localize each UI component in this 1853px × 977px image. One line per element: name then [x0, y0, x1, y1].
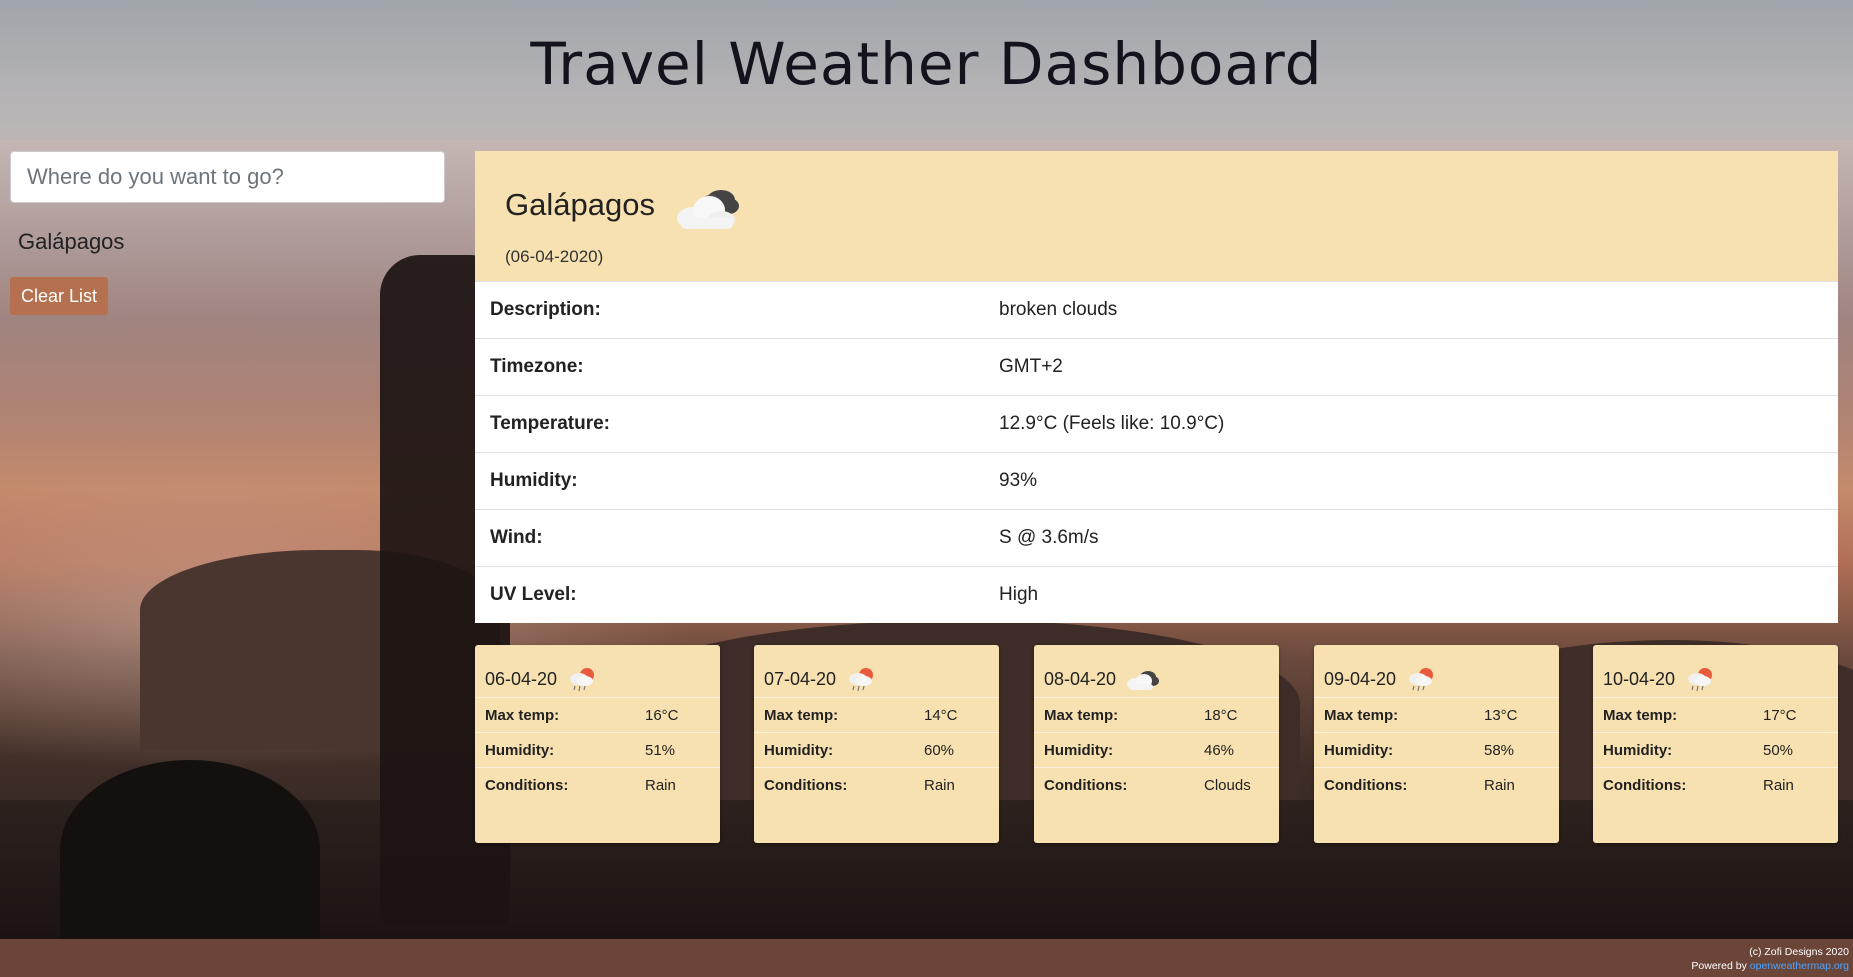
current-date: (06-04-2020) [505, 247, 604, 266]
detail-value: broken clouds [999, 299, 1118, 320]
current-weather-header: Galápagos (06-04-2020) [475, 151, 1838, 281]
rain-icon [849, 668, 874, 692]
detail-value: High [999, 584, 1039, 605]
conditions-label: Conditions: [485, 776, 569, 794]
openweathermap-link[interactable]: openweathermap.org [1750, 960, 1849, 972]
broken-clouds-icon [676, 190, 739, 229]
detail-value: 12.9°C (Feels like: 10.9°C) [999, 413, 1225, 434]
search-input[interactable] [10, 151, 445, 203]
max-temp-value: 14°C [924, 706, 958, 724]
powered-by-label: Powered by [1691, 960, 1747, 972]
max-temp-value: 13°C [1484, 706, 1518, 724]
forecast-date: 08-04-20 [1044, 668, 1117, 689]
detail-label: Wind: [490, 527, 543, 548]
humidity-value: 60% [924, 741, 955, 759]
max-temp-label: Max temp: [485, 706, 560, 724]
max-temp-value: 17°C [1763, 706, 1797, 724]
humidity-value: 50% [1763, 741, 1794, 759]
forecast-date: 06-04-20 [485, 668, 558, 689]
page-footer: (c) Zofi Designs 2020 Powered by openwea… [0, 939, 1853, 977]
humidity-value: 51% [645, 741, 676, 759]
max-temp-value: 18°C [1204, 706, 1238, 724]
detail-label: UV Level: [490, 584, 577, 605]
detail-row-wind: Wind: S @ 3.6m/s [475, 509, 1838, 566]
current-weather-card: Galápagos (06-04-2020) Description: brok… [475, 151, 1838, 623]
forecast-date: 10-04-20 [1603, 668, 1676, 689]
rain-icon [1688, 668, 1713, 692]
detail-row-humidity: Humidity: 93% [475, 452, 1838, 509]
forecast-card: 10-04-20 Max temp: 17°C Humidity: 50% Cond… [1593, 645, 1838, 843]
conditions-value: Rain [924, 776, 955, 794]
conditions-value: Rain [645, 776, 676, 794]
humidity-value: 58% [1484, 741, 1515, 759]
powered-by-line: Powered by openweathermap.org [0, 959, 1849, 973]
detail-row-description: Description: broken clouds [475, 281, 1838, 338]
humidity-label: Humidity: [1044, 741, 1114, 759]
conditions-value: Rain [1763, 776, 1794, 794]
detail-row-timezone: Timezone: GMT+2 [475, 338, 1838, 395]
rain-icon [570, 668, 595, 692]
conditions-label: Conditions: [1044, 776, 1128, 794]
detail-label: Timezone: [490, 356, 584, 377]
detail-value: GMT+2 [999, 356, 1063, 377]
page-header: Travel Weather Dashboard [0, 0, 1853, 140]
detail-label: Humidity: [490, 470, 578, 491]
detail-value: 93% [999, 470, 1038, 491]
conditions-label: Conditions: [764, 776, 848, 794]
conditions-label: Conditions: [1324, 776, 1408, 794]
forecast-card: 08-04-20 Max temp: 18°C Humidity: 46% Cond… [1034, 645, 1279, 843]
humidity-label: Humidity: [1324, 741, 1394, 759]
search-sidebar: Galápagos Clear List [10, 151, 446, 315]
detail-row-temperature: Temperature: 12.9°C (Feels like: 10.9°C) [475, 395, 1838, 452]
forecast-card: 09-04-20 Max temp: 13°C Humidity: 58% Cond… [1314, 645, 1559, 843]
detail-row-uv: UV Level: High [475, 566, 1838, 623]
conditions-value: Rain [1484, 776, 1515, 794]
forecast-card: 07-04-20 Max temp: 14°C Humidity: 60% Cond… [754, 645, 999, 843]
conditions-value: Clouds [1204, 776, 1251, 794]
rain-icon [1409, 668, 1434, 692]
humidity-label: Humidity: [764, 741, 834, 759]
detail-label: Temperature: [490, 413, 611, 434]
conditions-label: Conditions: [1603, 776, 1687, 794]
max-temp-label: Max temp: [1044, 706, 1119, 724]
forecast-date: 07-04-20 [764, 668, 837, 689]
tree-silhouette [60, 760, 320, 939]
five-day-forecast: 06-04-20 Max temp: 16°C Humidity: 51% Cond… [475, 645, 1838, 843]
copyright-text: (c) Zofi Designs 2020 [1749, 946, 1849, 958]
max-temp-value: 16°C [645, 706, 679, 724]
max-temp-label: Max temp: [1603, 706, 1678, 724]
detail-label: Description: [490, 299, 601, 320]
max-temp-label: Max temp: [764, 706, 839, 724]
forecast-card: 06-04-20 Max temp: 16°C Humidity: 51% Cond… [475, 645, 720, 843]
city-name: Galápagos [505, 187, 655, 222]
clear-list-button[interactable]: Clear List [10, 277, 109, 315]
page-title: Travel Weather Dashboard [530, 30, 1323, 98]
humidity-label: Humidity: [485, 741, 555, 759]
humidity-value: 46% [1204, 741, 1235, 759]
forecast-date: 09-04-20 [1324, 668, 1397, 689]
detail-value: S @ 3.6m/s [999, 527, 1099, 548]
history-item[interactable]: Galápagos [10, 227, 446, 257]
max-temp-label: Max temp: [1324, 706, 1399, 724]
clouds-icon [1127, 671, 1160, 690]
humidity-label: Humidity: [1603, 741, 1673, 759]
